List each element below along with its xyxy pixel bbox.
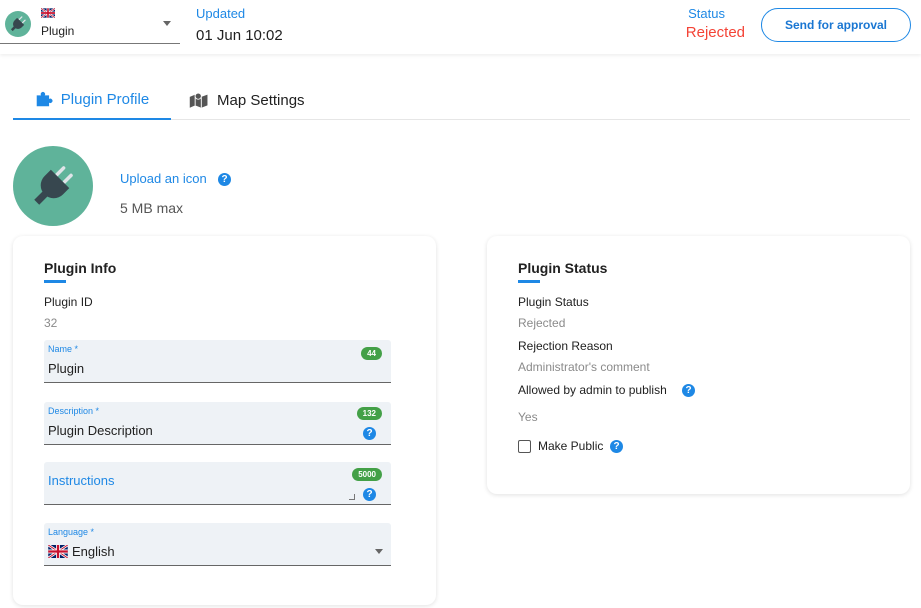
help-icon[interactable]: ?	[363, 427, 376, 440]
top-bar: Plugin Updated 01 Jun 10:02 Status Rejec…	[0, 0, 921, 54]
language-select[interactable]: Language * English	[44, 523, 391, 566]
uk-flag-icon	[48, 545, 68, 558]
uk-flag-icon	[41, 8, 55, 18]
instructions-counter-badge: 5000	[352, 468, 382, 481]
description-field[interactable]: Description * Plugin Description 132 ?	[44, 402, 391, 445]
plug-icon	[34, 166, 73, 205]
help-icon[interactable]: ?	[682, 384, 695, 397]
allowed-to-publish-value: Yes	[518, 410, 538, 424]
tab-plugin-profile-label: Plugin Profile	[60, 90, 150, 108]
name-field-value: Plugin	[48, 361, 85, 376]
help-icon[interactable]: ?	[363, 488, 376, 501]
status-label: Status	[688, 6, 725, 21]
plugin-icon-preview[interactable]	[13, 146, 93, 226]
puzzle-icon	[35, 91, 53, 107]
plugin-selector-value: Plugin	[41, 24, 75, 38]
plugin-info-title: Plugin Info	[44, 260, 117, 276]
help-icon[interactable]: ?	[218, 173, 231, 186]
tab-bar: Plugin Profile Map Settings	[13, 80, 910, 120]
language-field-label: Language *	[48, 527, 95, 537]
updated-label: Updated	[196, 6, 246, 21]
description-field-label: Description *	[48, 406, 100, 416]
plugin-status-label: Plugin Status	[518, 295, 589, 309]
name-counter-badge: 44	[361, 347, 382, 360]
title-underline	[44, 280, 66, 283]
plugin-id-label: Plugin ID	[44, 295, 93, 309]
plugin-avatar	[5, 11, 31, 37]
chevron-down-icon	[375, 549, 383, 554]
name-field-label: Name *	[48, 344, 79, 354]
language-field-value: English	[72, 544, 115, 559]
make-public-checkbox[interactable]	[518, 440, 531, 453]
tab-map-settings-label: Map Settings	[217, 91, 305, 109]
plugin-id-value: 32	[44, 316, 58, 330]
resize-handle-icon[interactable]	[349, 494, 355, 500]
send-for-approval-button[interactable]: Send for approval	[761, 8, 911, 42]
description-field-value: Plugin Description	[48, 423, 153, 438]
plugin-status-card: Plugin Status Plugin Status Rejected Rej…	[487, 236, 910, 494]
plugin-info-card: Plugin Info Plugin ID 32 Name * Plugin 4…	[13, 236, 436, 605]
instructions-placeholder: Instructions	[48, 473, 115, 488]
plugin-status-title: Plugin Status	[518, 260, 608, 276]
allowed-to-publish-label: Allowed by admin to publish	[518, 383, 667, 397]
upload-icon-link[interactable]: Upload an icon	[120, 171, 207, 186]
map-icon	[189, 92, 209, 108]
tab-map-settings[interactable]: Map Settings	[189, 80, 319, 120]
plugin-status-value: Rejected	[518, 316, 566, 330]
status-value: Rejected	[685, 24, 745, 41]
description-counter-badge: 132	[356, 407, 382, 420]
updated-value: 01 Jun 10:02	[196, 27, 283, 44]
plugin-selector[interactable]: Plugin	[0, 0, 180, 44]
rejection-reason-label: Rejection Reason	[518, 339, 613, 353]
plug-icon	[10, 16, 26, 32]
name-field[interactable]: Name * Plugin 44	[44, 340, 391, 383]
make-public-label[interactable]: Make Public	[538, 439, 603, 453]
tab-plugin-profile[interactable]: Plugin Profile	[13, 80, 171, 120]
max-size-hint: 5 MB max	[120, 200, 184, 216]
help-icon[interactable]: ?	[610, 440, 623, 453]
chevron-down-icon	[163, 21, 171, 26]
instructions-field[interactable]: Instructions 5000 ?	[44, 462, 391, 505]
title-underline	[518, 280, 540, 283]
rejection-reason-value: Administrator's comment	[518, 360, 650, 374]
